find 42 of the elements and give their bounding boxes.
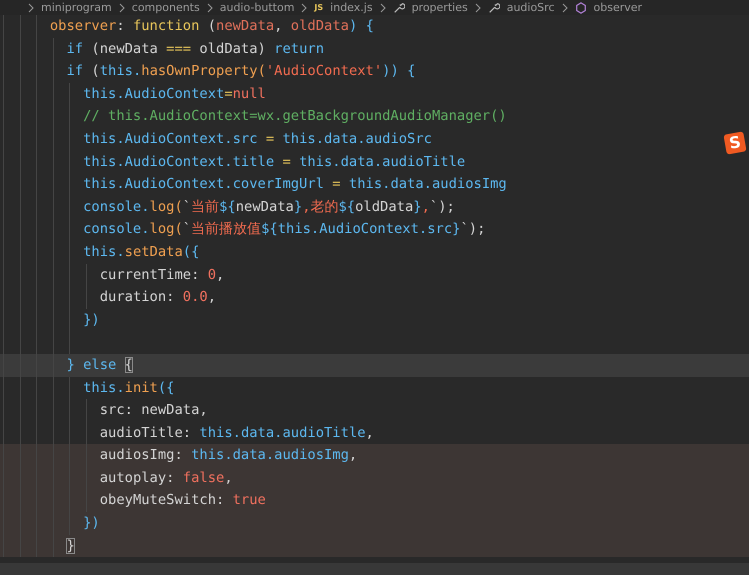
breadcrumb-item[interactable]: observer [594, 1, 642, 14]
code-line: }) [83, 515, 100, 532]
breadcrumb-item[interactable]: miniprogram [41, 1, 112, 14]
code-line: observer: function (newData, oldData) { [50, 18, 374, 34]
chevron-icon [118, 2, 125, 12]
code-line: audioTitle: this.data.audioTitle, [100, 424, 374, 441]
code-line: console.log(`当前${newData},老的${oldData},`); [83, 198, 455, 215]
code-line: console.log(`当前播放值${this.AudioContext.src}`); [83, 221, 486, 238]
code-line: } [66, 538, 75, 554]
chevron-icon [562, 2, 568, 12]
code-line: duration: 0.0, [100, 289, 216, 306]
breadcrumb-item[interactable]: audio-buttom [220, 1, 294, 14]
code-line: autoplay: false, [100, 470, 233, 486]
code-line: } else { [66, 356, 133, 373]
code-line: if (this.hasOwnProperty('AudioContext')) { [66, 63, 416, 80]
chevron-icon [474, 2, 481, 12]
breadcrumb-item[interactable]: components [132, 1, 200, 14]
code-line: this.init({ [83, 380, 174, 396]
code-line: this.setData({ [83, 244, 200, 260]
breadcrumb-item[interactable]: properties [412, 1, 468, 14]
code-line: currentTime: 0, [100, 266, 224, 283]
code-line: obeyMuteSwitch: true [100, 492, 266, 508]
code-line: if (newData === oldData) return [66, 40, 324, 57]
wrench-icon [392, 2, 405, 14]
breadcrumb-item[interactable]: audioSrc [506, 1, 554, 14]
code-line: src: newData, [100, 402, 208, 418]
js-file-icon: JS [314, 2, 324, 12]
chevron-icon [206, 2, 213, 12]
cube-icon [574, 2, 586, 14]
code-line: this.AudioContext.title = this.data.audioTitle [83, 154, 466, 170]
chevron-icon [301, 2, 308, 12]
logo-icon[interactable]: S [723, 131, 747, 155]
code-line: this.AudioContext.coverImgUrl = this.data.audiosImg [83, 176, 507, 192]
code-line: this.AudioContext=null [83, 86, 266, 102]
wrench-icon [488, 2, 500, 14]
code-line: // this.AudioContext=wx.getBackgroundAudioManager() [83, 108, 507, 124]
code-line: this.AudioContext.src = this.data.audioSrc [83, 130, 432, 147]
code-line: audiosImg: this.data.audiosImg, [100, 447, 358, 464]
code-line: }) [83, 312, 100, 328]
chevron-icon [28, 2, 34, 12]
breadcrumb-item[interactable]: index.js [330, 1, 373, 14]
chevron-icon [380, 2, 386, 12]
